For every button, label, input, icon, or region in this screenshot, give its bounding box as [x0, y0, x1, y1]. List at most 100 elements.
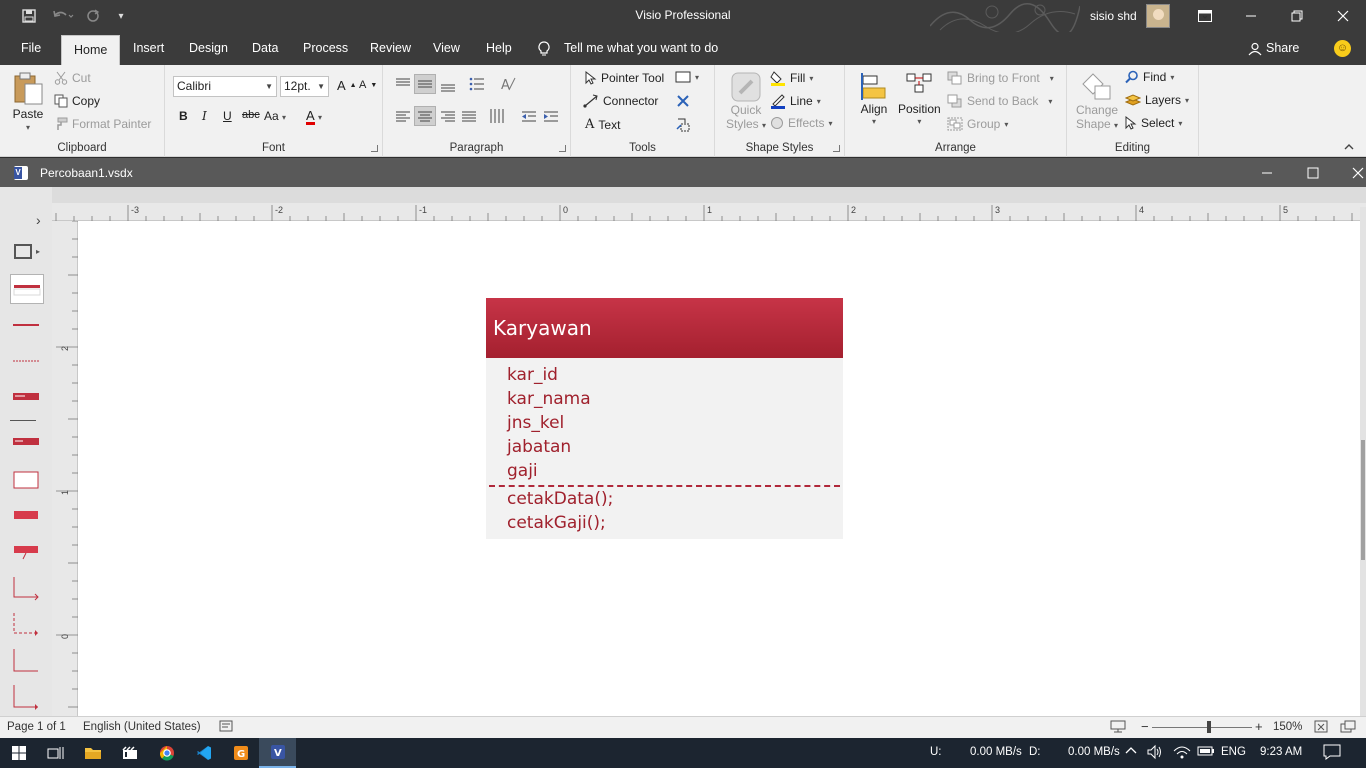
undo-icon[interactable]: [48, 6, 78, 26]
connector-button[interactable]: Connector: [583, 94, 658, 108]
delete-connection-point-icon[interactable]: [677, 95, 689, 107]
vscode-icon[interactable]: [185, 738, 222, 768]
align-top-icon[interactable]: [395, 77, 411, 91]
stencil-enumeration-shape[interactable]: [10, 427, 44, 457]
align-left-icon[interactable]: [395, 110, 411, 124]
stencil-class-shape[interactable]: [10, 274, 44, 304]
zoom-level[interactable]: 150%: [1273, 721, 1302, 733]
bring-to-front-button[interactable]: Bring to Front ▾: [947, 71, 1054, 85]
bullets-icon[interactable]: [469, 77, 485, 91]
wifi-icon[interactable]: [1173, 744, 1191, 763]
group-button[interactable]: Group ▾: [947, 117, 1008, 131]
font-size-combo[interactable]: 12pt. ▼: [280, 76, 329, 97]
operation-cetak-data[interactable]: cetakData();: [507, 489, 613, 509]
minimize-window-button[interactable]: [1228, 0, 1274, 32]
video-editor-icon[interactable]: [111, 738, 148, 768]
fit-page-icon[interactable]: [1314, 720, 1328, 736]
more-shapes-dropdown-icon[interactable]: ▸: [36, 247, 40, 256]
change-case-button[interactable]: Aa ▾: [264, 109, 286, 123]
action-center-icon[interactable]: [1323, 744, 1341, 763]
share-button[interactable]: Share: [1248, 32, 1299, 65]
zoom-out-button[interactable]: −: [1141, 719, 1149, 734]
class-name[interactable]: Karyawan: [493, 316, 592, 340]
select-button[interactable]: Select ▾: [1125, 116, 1182, 130]
attribute-jns-kel[interactable]: jns_kel: [507, 413, 564, 433]
align-middle-icon[interactable]: [414, 74, 436, 94]
page-indicator[interactable]: Page 1 of 1: [7, 721, 66, 733]
connection-point-icon[interactable]: [675, 117, 691, 133]
document-minimize-button[interactable]: [1244, 158, 1290, 188]
stencil-note-shape[interactable]: [10, 537, 44, 567]
stencil-inheritance-connector[interactable]: [10, 647, 44, 677]
align-button[interactable]: Align ▾: [860, 71, 888, 126]
more-shapes-icon[interactable]: [14, 244, 32, 259]
fill-button[interactable]: Fill ▾: [770, 70, 813, 86]
ribbon-display-options-icon[interactable]: [1182, 0, 1228, 32]
document-close-button[interactable]: [1335, 158, 1366, 188]
zoom-slider-track[interactable]: [1152, 727, 1252, 728]
align-bottom-icon[interactable]: [440, 79, 456, 93]
tab-insert[interactable]: Insert: [131, 32, 166, 65]
horizontal-ruler[interactable]: -3 -2 -1 0 1 2 3 4 5: [1, 203, 1366, 221]
increase-font-size-icon[interactable]: A ▲: [337, 78, 357, 93]
macro-recording-icon[interactable]: [219, 720, 233, 735]
git-client-icon[interactable]: G: [222, 738, 259, 768]
font-color-button[interactable]: A ▾: [306, 109, 322, 125]
font-dialog-launcher-icon[interactable]: [371, 145, 378, 152]
send-to-back-button[interactable]: Send to Back ▾: [947, 94, 1052, 108]
zoom-in-button[interactable]: +: [1255, 719, 1263, 734]
uml-class-shape[interactable]: Karyawan kar_id kar_nama jns_kel jabatan…: [486, 298, 843, 539]
underline-button[interactable]: U: [223, 109, 232, 123]
stencil-composition-connector[interactable]: [10, 683, 44, 713]
paragraph-dialog-launcher-icon[interactable]: [559, 145, 566, 152]
distribute-icon[interactable]: [489, 108, 505, 124]
tab-design[interactable]: Design: [187, 32, 230, 65]
close-window-button[interactable]: [1320, 0, 1366, 32]
feedback-smiley-icon[interactable]: ☺: [1334, 40, 1351, 57]
input-language[interactable]: ENG: [1221, 746, 1246, 758]
tab-data[interactable]: Data: [250, 32, 280, 65]
class-header[interactable]: Karyawan: [486, 298, 843, 358]
text-direction-icon[interactable]: A: [500, 75, 516, 93]
windows-start-icon[interactable]: [0, 738, 37, 768]
increase-indent-icon[interactable]: [543, 110, 559, 124]
document-maximize-button[interactable]: [1290, 158, 1336, 188]
stencil-package-shape[interactable]: [10, 465, 44, 495]
italic-button[interactable]: I: [202, 109, 207, 123]
tab-review[interactable]: Review: [368, 32, 413, 65]
position-button[interactable]: Position ▾: [898, 71, 941, 126]
file-explorer-icon[interactable]: [74, 738, 111, 768]
vertical-ruler[interactable]: 2 1 0: [52, 220, 78, 716]
tab-home[interactable]: Home: [61, 35, 121, 65]
show-hidden-icons-icon[interactable]: [1125, 745, 1137, 760]
attribute-gaji[interactable]: gaji: [507, 461, 538, 481]
font-name-dropdown-icon[interactable]: ▼: [265, 77, 273, 96]
attribute-kar-id[interactable]: kar_id: [507, 365, 558, 385]
line-button[interactable]: Line ▾: [770, 93, 821, 109]
align-center-icon[interactable]: [414, 106, 436, 126]
visio-taskbar-icon[interactable]: V: [259, 738, 296, 768]
attribute-jabatan[interactable]: jabatan: [507, 437, 571, 457]
find-button[interactable]: Find ▾: [1125, 70, 1174, 84]
align-right-icon[interactable]: [440, 110, 456, 124]
bold-button[interactable]: B: [179, 109, 188, 123]
font-size-dropdown-icon[interactable]: ▼: [317, 77, 325, 96]
redo-icon[interactable]: [84, 6, 102, 26]
change-shape-button[interactable]: Change Shape ▾: [1076, 71, 1118, 131]
pointer-tool-button[interactable]: Pointer Tool: [585, 71, 664, 85]
stencil-association-connector[interactable]: [10, 575, 44, 605]
justify-icon[interactable]: [461, 110, 477, 124]
tab-file[interactable]: File: [19, 32, 43, 65]
stencil-interface-shape[interactable]: [10, 382, 44, 412]
chrome-icon[interactable]: [148, 738, 185, 768]
customize-quick-access-icon[interactable]: ▾: [112, 6, 130, 26]
collapse-ribbon-icon[interactable]: [1343, 141, 1357, 153]
user-name[interactable]: sisio shd: [1090, 9, 1137, 23]
presentation-mode-icon[interactable]: [1110, 720, 1126, 736]
stencil-datatype-shape[interactable]: [10, 501, 44, 531]
stencil-member-shape[interactable]: [10, 310, 44, 340]
battery-icon[interactable]: [1197, 745, 1215, 760]
cut-button[interactable]: Cut: [54, 71, 91, 85]
language-indicator[interactable]: English (United States): [83, 721, 201, 733]
tell-me-search[interactable]: Tell me what you want to do: [538, 32, 718, 65]
